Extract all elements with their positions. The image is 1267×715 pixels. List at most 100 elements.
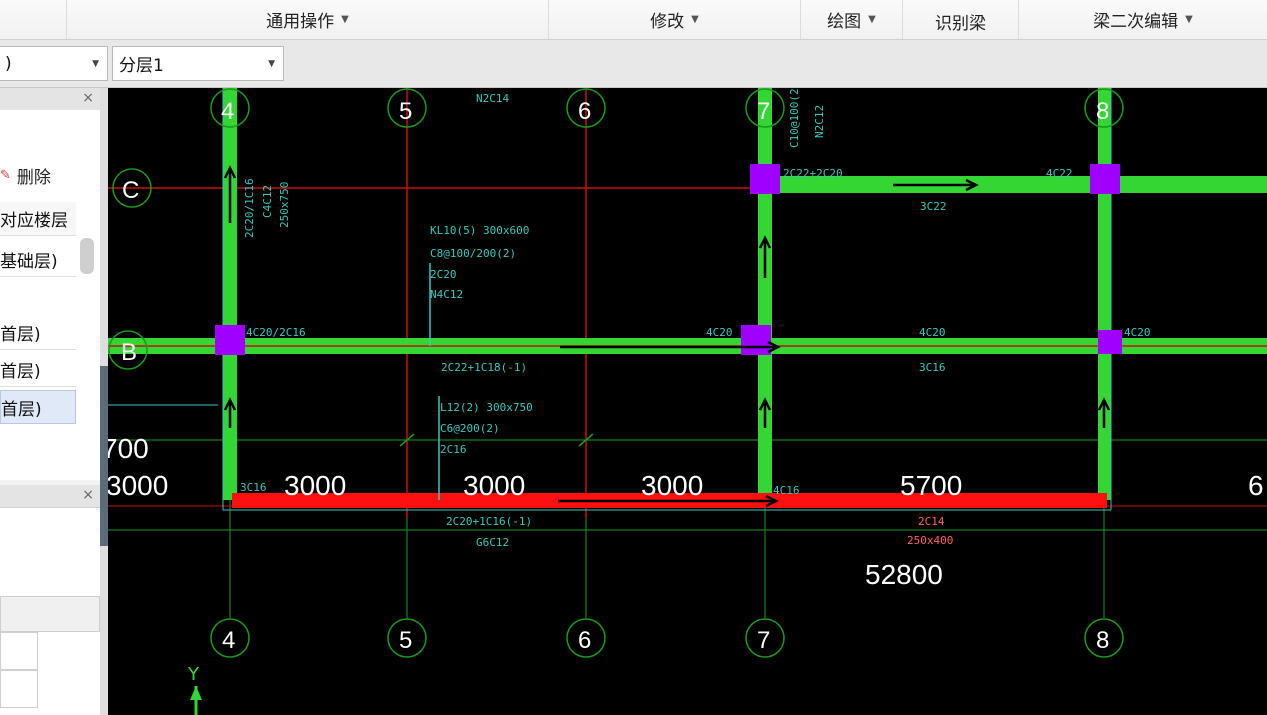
total-dimension-text: 52800 — [865, 559, 943, 590]
beam-annotation: 4C16 — [773, 484, 800, 497]
beam-annotation-vertical: N2C12 — [813, 105, 826, 138]
drawing-canvas[interactable]: 4 5 6 7 8 C B 4 5 6 7 8 700 3000 3000 30… — [108, 88, 1267, 715]
axis-top-label-5: 5 — [399, 98, 412, 125]
left-panel-area: × ✎ 删除 对应楼层 基础层) 首层) 首层) 首层) × — [0, 88, 108, 715]
beam-axis-7[interactable] — [758, 88, 772, 500]
beam-annotation: 2C22+1C18(-1) — [441, 361, 527, 374]
column[interactable] — [1090, 164, 1120, 194]
dimension-text: 6 — [1248, 470, 1264, 501]
chevron-down-icon: ▼ — [868, 14, 876, 25]
beam-annotation: 2C20+1C16(-1) — [446, 515, 532, 528]
floor-list-header: 对应楼层 — [0, 202, 76, 236]
property-panel-header: × — [0, 485, 100, 508]
modify-menu[interactable]: 修改 ▼ — [548, 0, 800, 39]
chevron-down-icon: ▼ — [268, 59, 275, 69]
floor-select[interactable]: ) ▼ — [0, 46, 108, 81]
axis-bottom-label-6: 6 — [578, 627, 591, 654]
beam-annotation: C8@100/200(2) — [430, 247, 516, 260]
dimension-text: 3000 — [108, 470, 168, 501]
beam-axis-8[interactable] — [1098, 88, 1111, 500]
beam-axis-4[interactable] — [223, 88, 237, 500]
floor-list-item-selected[interactable]: 首层) — [0, 390, 76, 424]
axis-bottom-label-5: 5 — [399, 627, 412, 654]
property-grid-cell[interactable] — [0, 632, 38, 670]
beam-annotation: 4C20 — [706, 326, 733, 339]
axis-left-label-b: B — [121, 339, 137, 366]
beam-annotation: C6@200(2) — [440, 422, 500, 435]
beam-annotation: N2C14 — [476, 92, 509, 105]
floor-list-item[interactable]: 首层) — [0, 316, 76, 350]
beam-annotation: 2C14 — [918, 515, 945, 528]
floor-select-value: ) — [5, 53, 12, 74]
beam-secondary-edit-label: 梁二次编辑 — [1093, 12, 1179, 32]
chevron-down-icon: ▼ — [691, 14, 699, 25]
axis-top-label-4: 4 — [221, 98, 234, 125]
beam-secondary-edit-menu[interactable]: 梁二次编辑 ▼ — [1018, 0, 1267, 39]
axis-bottom-label-8: 8 — [1096, 627, 1109, 654]
beam-annotation: 4C20 — [1124, 326, 1151, 339]
beam-annotation-vertical: C4C12 — [261, 185, 274, 218]
floor-panel-header: × — [0, 88, 100, 111]
chevron-down-icon: ▼ — [341, 14, 349, 25]
beam-annotation: N4C12 — [430, 288, 463, 301]
beam-annotation: 3C16 — [240, 481, 267, 494]
beam-annotation: 2C22+2C20 — [783, 167, 843, 180]
splitter-handle[interactable] — [100, 366, 108, 546]
axis-bottom-label-7: 7 — [757, 627, 770, 654]
property-grid-header — [0, 596, 100, 632]
property-grid-cell[interactable] — [0, 670, 38, 708]
column[interactable] — [750, 164, 780, 194]
dimension-text: 3000 — [463, 470, 525, 501]
floor-list-item[interactable]: 首层) — [0, 353, 76, 387]
floor-list-item[interactable]: 基础层) — [0, 243, 76, 277]
dimension-text: 3000 — [284, 470, 346, 501]
beam-annotation: L12(2) 300x750 — [440, 401, 533, 414]
close-icon[interactable]: × — [82, 90, 94, 106]
beam-annotation-vertical: 2C20/1C16 — [243, 178, 256, 238]
beam-annotation-vertical: 250x750 — [278, 182, 291, 228]
floor-list-scrollbar[interactable] — [80, 238, 94, 274]
dimension-text: 3000 — [641, 470, 703, 501]
axis-bottom-label-4: 4 — [222, 627, 235, 654]
beam-annotation: KL10(5) 300x600 — [430, 224, 529, 237]
axis-top-label-7: 7 — [757, 98, 770, 125]
draw-label: 绘图 — [827, 12, 862, 32]
beam-annotation: 2C20 — [430, 268, 457, 281]
chevron-down-icon: ▼ — [92, 59, 99, 69]
beam-annotation: 4C20/2C16 — [246, 326, 306, 339]
beam-annotation-vertical: C10@100(2) — [788, 88, 801, 148]
general-ops-label: 通用操作 — [266, 12, 335, 32]
axis-left-label-c: C — [122, 177, 139, 204]
beam-annotation: 2C16 — [440, 443, 467, 456]
general-ops-menu[interactable]: 通用操作 ▼ — [66, 0, 548, 39]
beam-annotation: 3C16 — [919, 361, 946, 374]
delete-button[interactable]: ✎ 删除 — [0, 160, 90, 190]
beam-annotation: 4C20 — [919, 326, 946, 339]
ribbon-toolbar: 通用操作 ▼ 修改 ▼ 绘图 ▼ 识别梁 梁二次编辑 ▼ — [0, 0, 1267, 40]
beam-annotation: 250x400 — [907, 534, 953, 547]
draw-menu[interactable]: 绘图 ▼ — [800, 0, 902, 39]
close-icon[interactable]: × — [82, 487, 94, 503]
ucs-arrow-icon — [190, 686, 202, 700]
beam-direction-arrows — [223, 165, 1111, 508]
column[interactable] — [741, 325, 771, 355]
structural-plan-svg: 4 5 6 7 8 C B 4 5 6 7 8 700 3000 3000 30… — [108, 88, 1267, 715]
ucs-y-label: Y — [187, 664, 200, 685]
beam-annotation: G6C12 — [476, 536, 509, 549]
delete-label: 删除 — [16, 167, 51, 188]
identify-beam-label: 识别梁 — [935, 14, 986, 34]
axis-top-label-8: 8 — [1096, 98, 1109, 125]
column[interactable] — [215, 325, 245, 355]
identify-beam-button[interactable]: 识别梁 — [902, 0, 1018, 39]
axis-bubbles-bottom — [210, 618, 1124, 658]
chevron-down-icon: ▼ — [1185, 14, 1193, 25]
axis-top-label-6: 6 — [578, 98, 591, 125]
beam-annotation: 3C22 — [920, 200, 947, 213]
layer-select-value: 分层1 — [119, 56, 164, 76]
modify-label: 修改 — [650, 12, 685, 32]
column[interactable] — [1098, 330, 1122, 354]
beam-annotation: 4C22 — [1046, 167, 1073, 180]
selector-row: ) ▼ 分层1 ▼ — [0, 40, 1267, 88]
layer-select[interactable]: 分层1 ▼ — [112, 46, 284, 81]
delete-icon: ✎ — [0, 167, 11, 183]
